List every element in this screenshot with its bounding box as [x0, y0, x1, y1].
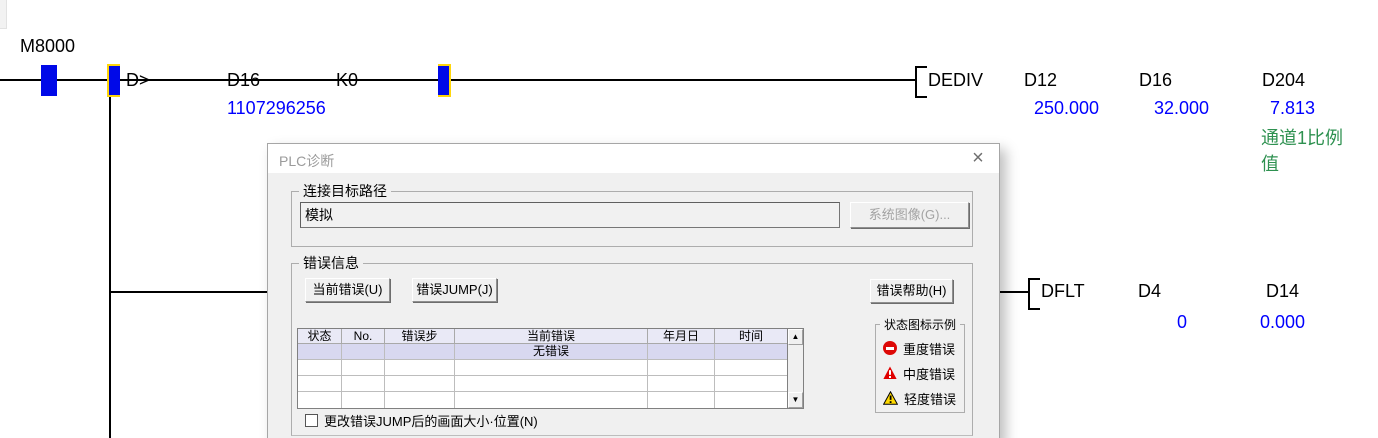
yellow-warning-triangle-icon — [883, 391, 898, 405]
close-icon[interactable]: × — [967, 146, 989, 170]
dflt-bracket-bottom — [1028, 308, 1040, 310]
col-header-no: No. — [342, 329, 385, 344]
scroll-down-icon[interactable]: ▼ — [788, 392, 803, 408]
legend-item-severe: 重度错误 — [883, 340, 955, 356]
col-header-date: 年月日 — [648, 329, 715, 344]
plc-monitor-screen: M8000 D> D16 K0 1107296256 DEDIV D12 250… — [0, 0, 1378, 438]
dediv-operand2[interactable]: D16 — [1139, 70, 1172, 90]
dflt-operand1[interactable]: D4 — [1138, 281, 1161, 301]
dialog-title: PLC诊断 — [279, 151, 334, 171]
error-table-row-no-error[interactable]: 无错误 — [298, 344, 787, 360]
error-info-group-label: 错误信息 — [299, 255, 363, 271]
monitor-value-d16: 1107296256 — [227, 98, 326, 118]
dflt-bracket — [1028, 278, 1030, 310]
moderate-error-label: 中度错误 — [903, 364, 955, 383]
error-table-empty-row[interactable] — [298, 376, 787, 392]
dediv-bracket-bottom — [915, 96, 927, 98]
dialog-titlebar[interactable]: PLC诊断 × — [268, 144, 999, 173]
error-table-grid: 状态 No. 错误步 当前错误 年月日 时间 无错误 — [298, 329, 787, 408]
compare-operand1[interactable]: D16 — [227, 70, 260, 90]
status-icon-legend-label: 状态图标示例 — [880, 317, 960, 333]
col-header-time: 时间 — [715, 329, 787, 344]
error-table: 状态 No. 错误步 当前错误 年月日 时间 无错误 — [297, 328, 804, 409]
instruction-dflt[interactable]: DFLT — [1041, 281, 1085, 301]
compare-operand2[interactable]: K0 — [336, 70, 358, 90]
monitor-value-d14: 0.000 — [1260, 312, 1305, 332]
compare-contact-open-bracket[interactable] — [107, 64, 120, 97]
no-error-message: 无错误 — [455, 344, 648, 360]
severe-error-label: 重度错误 — [903, 339, 955, 358]
device-comment-line2: 值 — [1261, 154, 1279, 174]
monitor-value-d4: 0 — [1177, 312, 1187, 332]
branch-wire-vertical — [109, 95, 111, 438]
dediv-operand3[interactable]: D204 — [1262, 70, 1305, 90]
col-header-status: 状态 — [298, 329, 342, 344]
col-header-current-error: 当前错误 — [455, 329, 648, 344]
dediv-operand1[interactable]: D12 — [1024, 70, 1057, 90]
connection-target-group-label: 连接目标路径 — [299, 183, 391, 199]
legend-item-minor: 轻度错误 — [883, 390, 956, 406]
error-info-group: 错误信息 当前错误(U) 错误JUMP(J) 错误帮助(H) 状态 No. 错误… — [291, 263, 973, 436]
dediv-bracket-top — [915, 66, 927, 68]
plc-diagnostics-dialog: PLC诊断 × 连接目标路径 模拟 系统图像(G)... 错误信息 当前错误(U… — [267, 143, 1000, 438]
compare-contact-close-bracket[interactable] — [438, 64, 451, 97]
minor-error-label: 轻度错误 — [904, 389, 956, 408]
error-jump-button[interactable]: 错误JUMP(J) — [412, 278, 497, 302]
resize-after-jump-option[interactable]: 更改错误JUMP后的画面大小·位置(N) — [305, 413, 538, 427]
system-image-button[interactable]: 系统图像(G)... — [850, 202, 969, 228]
error-table-empty-row[interactable] — [298, 360, 787, 376]
panel-edge — [0, 0, 7, 29]
dediv-bracket — [915, 66, 917, 98]
instruction-dediv[interactable]: DEDIV — [928, 70, 983, 90]
error-help-button[interactable]: 错误帮助(H) — [870, 279, 953, 303]
device-comment-line1: 通道1比例 — [1261, 128, 1343, 148]
monitor-value-d204: 7.813 — [1270, 98, 1315, 118]
monitor-value-d16b: 32.000 — [1154, 98, 1209, 118]
contact-m8000-energized[interactable] — [41, 65, 57, 96]
dflt-bracket-top — [1028, 278, 1040, 280]
compare-operator[interactable]: D> — [126, 70, 150, 90]
resize-after-jump-checkbox[interactable] — [305, 414, 318, 427]
error-table-header-row: 状态 No. 错误步 当前错误 年月日 时间 — [298, 329, 787, 344]
connection-path-field[interactable]: 模拟 — [300, 202, 840, 228]
current-error-button[interactable]: 当前错误(U) — [305, 278, 390, 302]
connection-target-group: 连接目标路径 模拟 系统图像(G)... — [291, 191, 973, 247]
scroll-up-icon[interactable]: ▲ — [788, 329, 803, 345]
resize-after-jump-label: 更改错误JUMP后的画面大小·位置(N) — [324, 411, 538, 430]
red-warning-triangle-icon — [883, 366, 897, 380]
status-icon-legend-group: 状态图标示例 重度错误 中度错误 — [875, 324, 965, 413]
monitor-value-d12: 250.000 — [1034, 98, 1099, 118]
no-entry-icon — [883, 341, 897, 355]
error-table-empty-row[interactable] — [298, 392, 787, 408]
legend-item-moderate: 中度错误 — [883, 365, 955, 381]
dflt-operand2[interactable]: D14 — [1266, 281, 1299, 301]
col-header-error-step: 错误步 — [385, 329, 455, 344]
device-label-m8000: M8000 — [20, 36, 75, 56]
table-scrollbar[interactable]: ▲ ▼ — [787, 329, 803, 408]
